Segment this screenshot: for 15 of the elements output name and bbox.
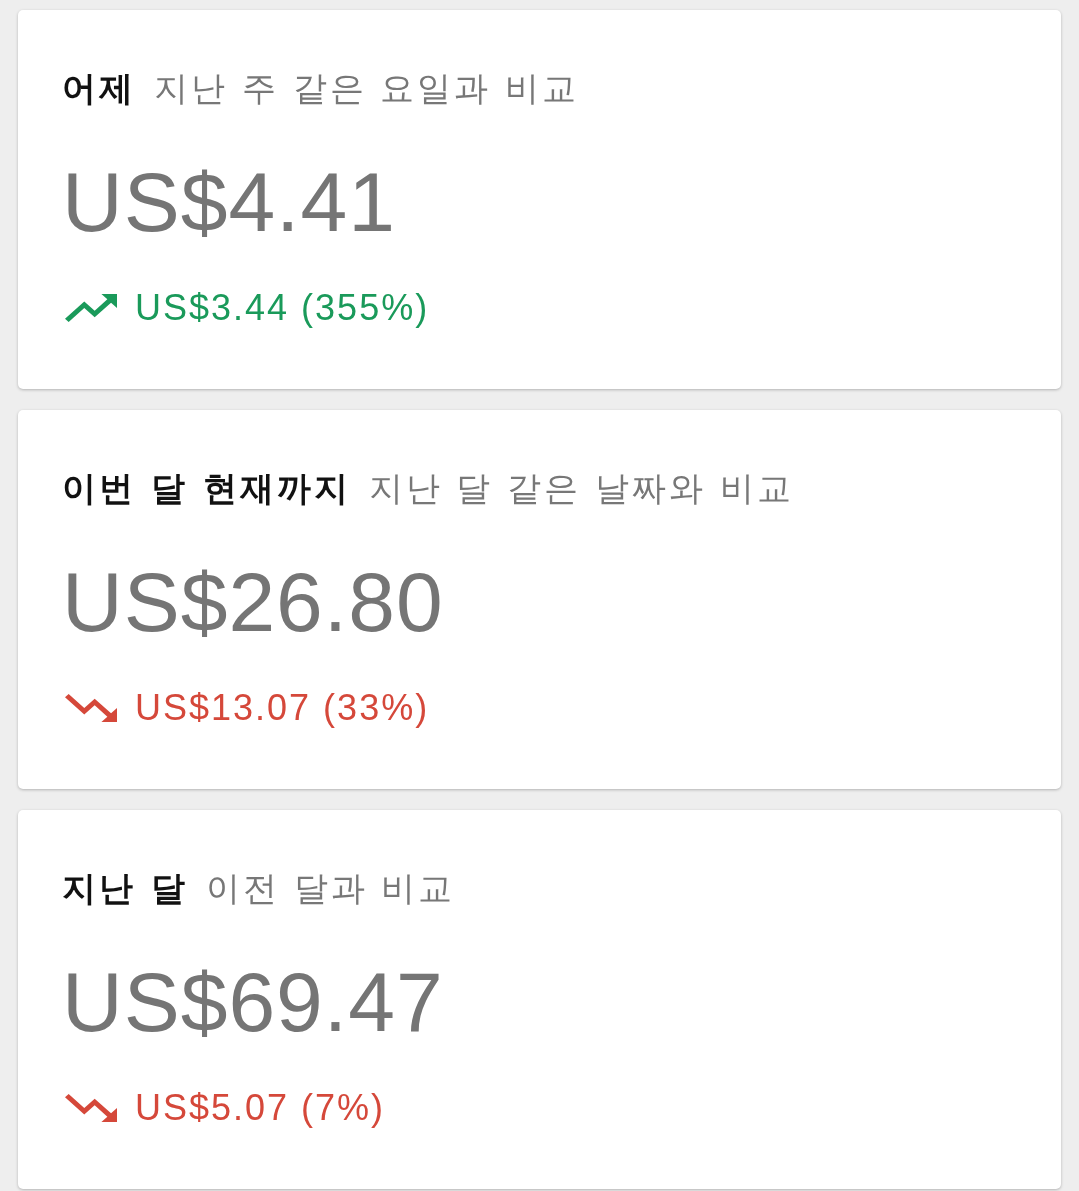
- trending-down-icon: [65, 1094, 117, 1122]
- trending-down-icon: [65, 694, 117, 722]
- period-label: 지난 달: [62, 867, 188, 910]
- trending-up-icon: [65, 294, 117, 322]
- period-label: 어제: [62, 67, 136, 110]
- comparison-label: 지난 주 같은 요일과 비교: [154, 67, 580, 110]
- period-label: 이번 달 현재까지: [62, 467, 351, 510]
- change-value: US$13.07 (33%): [135, 686, 430, 730]
- comparison-label: 이전 달과 비교: [205, 867, 456, 910]
- comparison-label: 지난 달 같은 날짜와 비교: [368, 467, 794, 510]
- change-value: US$3.44 (355%): [135, 286, 430, 330]
- amount-value: US$4.41: [62, 154, 396, 251]
- change-value: US$5.07 (7%): [135, 1086, 386, 1130]
- amount-value: US$69.47: [62, 954, 444, 1051]
- amount-value: US$26.80: [62, 554, 444, 651]
